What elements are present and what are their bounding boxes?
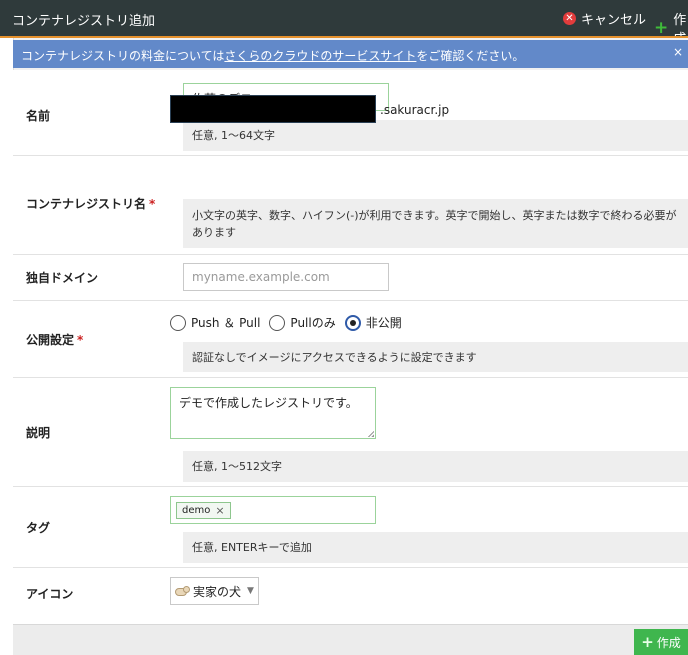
- notice-text-before: コンテナレジストリの料金については: [21, 49, 225, 63]
- tags-label: タグ: [26, 521, 51, 535]
- icon-label: アイコン: [26, 587, 74, 601]
- name-label: 名前: [26, 109, 51, 123]
- name-help: 任意, 1〜64文字: [183, 120, 688, 151]
- row-separator: [13, 377, 688, 378]
- chevron-down-icon: ▼: [247, 586, 254, 596]
- notice-text-after: をご確認ください。: [416, 49, 525, 63]
- tags-input[interactable]: demo ×: [170, 496, 376, 524]
- radio-pull-only-label: Pullのみ: [290, 316, 336, 330]
- visibility-radio-group: Push ＆ Pull Pullのみ 非公開: [170, 314, 411, 331]
- cancel-button-label: キャンセル: [581, 13, 647, 28]
- tags-help: 任意, ENTERキーで追加: [183, 532, 688, 563]
- radio-push-pull-label: Push ＆ Pull: [191, 316, 261, 330]
- row-separator: [13, 254, 688, 255]
- cancel-icon: ✕: [563, 12, 576, 25]
- custom-domain-input[interactable]: myname.example.com: [183, 263, 389, 291]
- row-separator: [13, 155, 688, 156]
- cancel-button[interactable]: ✕ キャンセル: [563, 9, 646, 28]
- row-separator: [13, 567, 688, 568]
- dialog-footer: [13, 624, 688, 655]
- registry-name-input[interactable]: [170, 95, 376, 123]
- row-separator: [13, 300, 688, 301]
- radio-circle: [170, 314, 186, 331]
- notice-close-icon[interactable]: ×: [673, 45, 683, 59]
- description-label: 説明: [26, 426, 51, 440]
- visibility-label: 公開設定 *: [26, 331, 83, 348]
- resize-handle[interactable]: [367, 430, 374, 437]
- notice-text: コンテナレジストリの料金についてはさくらのクラウドのサービスサイトをご確認くださ…: [21, 47, 524, 64]
- radio-circle: [269, 314, 286, 331]
- plus-icon: +: [641, 633, 654, 651]
- pricing-notice: コンテナレジストリの料金についてはさくらのクラウドのサービスサイトをご確認くださ…: [13, 40, 688, 68]
- icon-select-value: 実家の犬: [193, 584, 242, 599]
- description-textarea[interactable]: デモで作成したレジストリです。: [170, 387, 376, 439]
- registry-name-label-text: コンテナレジストリ名: [26, 197, 147, 211]
- plus-icon: +: [654, 17, 669, 38]
- radio-pull-only[interactable]: Pullのみ: [269, 314, 336, 331]
- description-value: デモで作成したレジストリです。: [179, 396, 358, 410]
- create-button-label: 作成: [656, 635, 681, 650]
- dialog-titlebar: コンテナレジストリ追加 ✕ キャンセル + 作成: [0, 0, 688, 47]
- radio-push-pull[interactable]: Push ＆ Pull: [170, 314, 260, 331]
- required-mark: *: [77, 333, 84, 347]
- radio-circle-selected: [344, 314, 361, 331]
- icon-select[interactable]: 実家の犬 ▼: [170, 577, 259, 605]
- radio-private-label: 非公開: [365, 316, 402, 330]
- service-site-link[interactable]: さくらのクラウドのサービスサイト: [224, 49, 416, 63]
- dog-icon: [175, 586, 190, 596]
- description-help: 任意, 1〜512文字: [183, 451, 688, 482]
- tag-remove-icon[interactable]: ×: [215, 504, 224, 517]
- registry-name-help: 小文字の英字、数字、ハイフン(-)が利用できます。英字で開始し、英字または数字で…: [183, 199, 688, 248]
- radio-private[interactable]: 非公開: [344, 314, 402, 331]
- tag-chip-label: demo: [182, 505, 211, 516]
- registry-name-label: コンテナレジストリ名 *: [26, 195, 155, 212]
- create-button[interactable]: + 作成: [634, 629, 688, 655]
- required-mark: *: [149, 197, 156, 211]
- visibility-label-text: 公開設定: [26, 333, 75, 347]
- row-separator: [13, 486, 688, 487]
- registry-domain-suffix: .sakuracr.jp: [380, 103, 450, 117]
- custom-domain-label: 独自ドメイン: [26, 271, 99, 285]
- visibility-help: 認証なしでイメージにアクセスできるように設定できます: [183, 342, 688, 372]
- dialog-title: コンテナレジストリ追加: [12, 14, 156, 29]
- registry-form: 名前 佐藤のデモ 任意, 1〜64文字 コンテナレジストリ名* 小文字の英字、数…: [13, 70, 688, 624]
- tag-chip: demo ×: [176, 502, 231, 519]
